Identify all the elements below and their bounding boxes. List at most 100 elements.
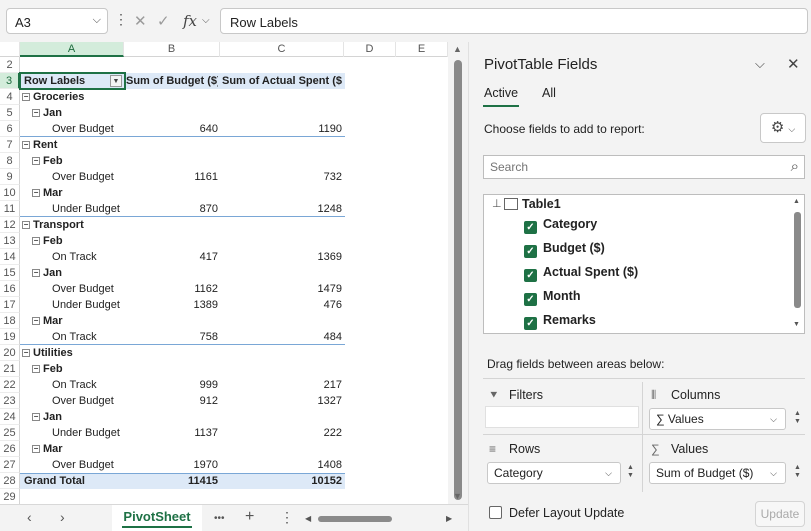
column-header-b[interactable]: B <box>124 42 220 57</box>
add-sheet-icon[interactable]: + <box>245 508 254 526</box>
column-header-c[interactable]: C <box>220 42 344 57</box>
collapse-toggle-icon[interactable]: − <box>32 269 40 277</box>
name-box[interactable]: A3 ⌵ <box>6 8 108 34</box>
collapse-toggle-icon[interactable]: − <box>22 93 30 101</box>
pivot-item-label[interactable]: Over Budget <box>22 281 122 297</box>
row-header[interactable]: 20 <box>0 345 20 361</box>
pivot-item-label[interactable]: Over Budget <box>22 457 122 473</box>
row-header[interactable]: 10 <box>0 185 20 201</box>
more-sheets-icon[interactable]: ••• <box>214 513 225 524</box>
enter-icon[interactable]: ✓ <box>157 12 170 30</box>
collapse-toggle-icon[interactable]: − <box>22 141 30 149</box>
row-header[interactable]: 23 <box>0 393 20 409</box>
pivot-actual-value[interactable]: 217 <box>222 377 342 393</box>
pivot-item-label[interactable]: On Track <box>22 329 122 345</box>
row-header[interactable]: 3 <box>0 73 20 89</box>
select-all-corner[interactable] <box>0 42 20 57</box>
row-header[interactable]: 28 <box>0 473 20 489</box>
chevron-down-icon[interactable]: ⌵ <box>770 409 777 429</box>
pivot-actual-value[interactable]: 1408 <box>222 457 342 473</box>
pivot-budget-value[interactable]: 1162 <box>126 281 218 297</box>
pivot-budget-value[interactable]: 417 <box>126 249 218 265</box>
row-header[interactable]: 24 <box>0 409 20 425</box>
pivot-item-label[interactable]: Over Budget <box>22 121 122 137</box>
row-header[interactable]: 15 <box>0 265 20 281</box>
vertical-scrollbar[interactable]: ▲ ▼ <box>448 42 468 504</box>
pivot-actual-value[interactable]: 484 <box>222 329 342 345</box>
chevron-down-icon[interactable]: ⌵ <box>770 463 777 483</box>
row-header[interactable]: 29 <box>0 489 20 504</box>
scroll-down-icon[interactable]: ▼ <box>453 491 462 501</box>
row-header[interactable]: 19 <box>0 329 20 345</box>
row-header[interactable]: 14 <box>0 249 20 265</box>
pivot-item-label[interactable]: Under Budget <box>22 297 122 313</box>
row-header[interactable]: 12 <box>0 217 20 233</box>
pivot-actual-value[interactable]: 222 <box>222 425 342 441</box>
chevron-down-icon[interactable]: ⌵ <box>93 14 101 27</box>
field-item[interactable]: ✓ Category <box>524 217 597 235</box>
pivot-budget-value[interactable]: 1389 <box>126 297 218 313</box>
search-input[interactable] <box>490 157 780 177</box>
row-header[interactable]: 8 <box>0 153 20 169</box>
chevron-down-icon[interactable]: ⌵ <box>202 15 210 26</box>
field-search[interactable]: ⌕ <box>483 155 805 179</box>
column-header-d[interactable]: D <box>344 42 396 57</box>
field-item[interactable]: ✓ Month <box>524 289 580 307</box>
pivot-actual-value[interactable]: 1248 <box>222 201 342 217</box>
scroll-thumb[interactable] <box>454 60 462 500</box>
pivot-budget-value[interactable]: 758 <box>126 329 218 345</box>
field-checkbox[interactable]: ✓ <box>524 245 537 258</box>
pivot-group-row[interactable]: − Groceries <box>22 89 122 105</box>
scroll-down-icon[interactable]: ▼ <box>793 321 800 328</box>
tab-active[interactable]: Active <box>484 86 518 100</box>
row-header[interactable]: 22 <box>0 377 20 393</box>
column-header-e[interactable]: E <box>396 42 448 57</box>
row-header[interactable]: 17 <box>0 297 20 313</box>
next-sheet-icon[interactable]: › <box>60 509 65 525</box>
pivot-item-label[interactable]: Under Budget <box>22 425 122 441</box>
defer-layout-update[interactable]: Defer Layout Update <box>489 506 624 520</box>
pivot-month-row[interactable]: − Feb <box>22 233 122 249</box>
pivot-group-row[interactable]: − Rent <box>22 137 122 153</box>
row-header[interactable]: 21 <box>0 361 20 377</box>
columns-field-chip[interactable]: ∑ Values ⌵ <box>649 408 786 430</box>
horizontal-scroll-thumb[interactable] <box>318 516 392 522</box>
pivot-budget-value[interactable]: 870 <box>126 201 218 217</box>
pivot-budget-value[interactable]: 640 <box>126 121 218 137</box>
field-checkbox[interactable]: ✓ <box>524 221 537 234</box>
row-header[interactable]: 25 <box>0 425 20 441</box>
field-item[interactable]: ✓ Actual Spent ($) <box>524 265 638 283</box>
field-settings-button[interactable]: ⚙ ⌵ <box>760 113 806 143</box>
sheet-tab-pivotsheet[interactable]: PivotSheet <box>112 505 202 531</box>
pivot-month-row[interactable]: − Feb <box>22 153 122 169</box>
field-item[interactable]: ✓ Budget ($) <box>524 241 605 259</box>
collapse-toggle-icon[interactable]: − <box>32 413 40 421</box>
update-button[interactable]: Update <box>755 501 805 527</box>
row-header[interactable]: 9 <box>0 169 20 185</box>
pivot-month-row[interactable]: − Feb <box>22 361 122 377</box>
pivot-budget-value[interactable]: 999 <box>126 377 218 393</box>
grand-total-label[interactable]: Grand Total <box>22 473 122 489</box>
scroll-up-icon[interactable]: ▲ <box>453 44 462 54</box>
chevron-down-icon[interactable]: ⌵ <box>605 463 612 483</box>
pivot-actual-value[interactable]: 732 <box>222 169 342 185</box>
close-icon[interactable]: ✕ <box>787 55 800 73</box>
prev-sheet-icon[interactable]: ‹ <box>27 509 32 525</box>
pivot-budget-value[interactable]: 912 <box>126 393 218 409</box>
tab-all[interactable]: All <box>542 86 556 100</box>
move-up-down-icon[interactable]: ▲ ▼ <box>794 410 801 426</box>
field-checkbox[interactable]: ✓ <box>524 317 537 330</box>
pivot-month-row[interactable]: − Jan <box>22 265 122 281</box>
collapse-toggle-icon[interactable]: − <box>32 109 40 117</box>
grand-total-budget[interactable]: 11415 <box>126 473 218 489</box>
collapse-toggle-icon[interactable]: − <box>22 349 30 357</box>
filters-drop-zone[interactable] <box>485 406 639 428</box>
field-list-scrollbar[interactable]: ▲ ▼ <box>792 198 802 330</box>
grand-total-actual[interactable]: 10152 <box>222 473 342 489</box>
pivot-month-row[interactable]: − Mar <box>22 441 122 457</box>
collapse-icon[interactable]: ⊥ <box>492 197 502 210</box>
pivot-actual-value[interactable]: 1479 <box>222 281 342 297</box>
worksheet-grid[interactable]: ABCDE 2 3 4 5 6 7 8 9 10 11 12 13 14 15 16 17 18 19 20 21 22… <box>0 42 448 504</box>
pivot-group-row[interactable]: − Utilities <box>22 345 122 361</box>
collapse-toggle-icon[interactable]: − <box>22 221 30 229</box>
